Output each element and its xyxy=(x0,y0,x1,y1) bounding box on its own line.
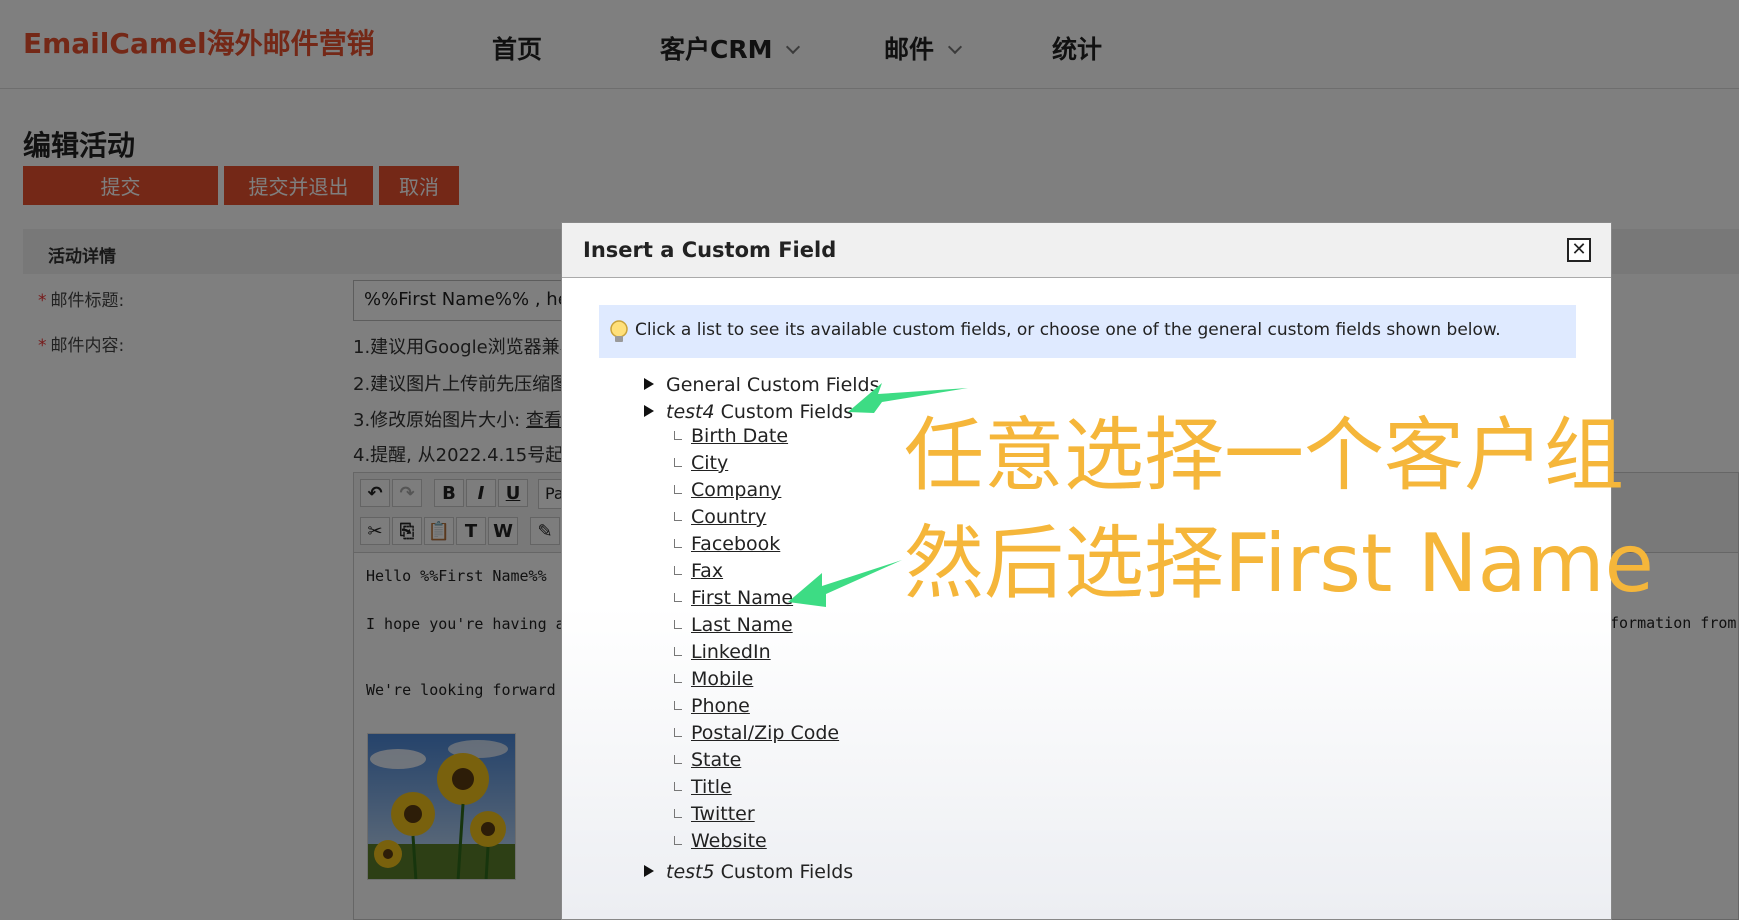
arrow-to-test4 xyxy=(848,383,968,413)
arrow-to-first-name xyxy=(788,560,902,607)
annotation-arrows xyxy=(788,383,968,607)
